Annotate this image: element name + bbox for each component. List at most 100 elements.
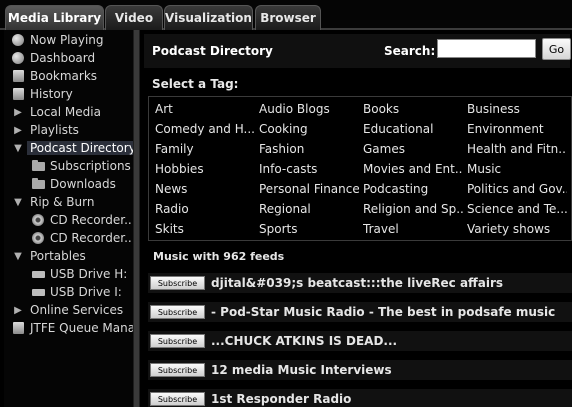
- tag-link[interactable]: Fashion: [259, 140, 359, 158]
- collapse-arrow-icon[interactable]: ▼: [11, 195, 25, 209]
- sidebar-item-usb-drive-i[interactable]: USB Drive I:: [31, 283, 133, 301]
- tag-link[interactable]: Science and Te...: [467, 200, 567, 218]
- tag-link[interactable]: Regional: [259, 200, 359, 218]
- tag-link[interactable]: Health and Fitn...: [467, 140, 567, 158]
- sidebar-item-online-services[interactable]: ▶ Online Services: [11, 301, 133, 319]
- feed-row: Subscribe - Pod-Star Music Radio - The b…: [148, 302, 572, 322]
- collapse-arrow-icon[interactable]: ▼: [11, 249, 25, 263]
- sidebar-item-jtfe-queue[interactable]: JTFE Queue Mana: [11, 319, 133, 337]
- tag-link[interactable]: Games: [363, 140, 463, 158]
- search-input[interactable]: [437, 39, 536, 58]
- directory-header: Podcast Directory Search: Go: [144, 34, 571, 68]
- sidebar-scrollbar-thumb[interactable]: [134, 30, 139, 407]
- history-icon: [11, 87, 25, 101]
- subscribe-button[interactable]: Subscribe: [150, 276, 205, 290]
- expand-arrow-icon[interactable]: ▶: [11, 105, 25, 119]
- sidebar: Now Playing Dashboard Bookmarks History …: [4, 30, 133, 407]
- sidebar-item-label: Portables: [30, 249, 86, 263]
- sidebar-item-rip-burn[interactable]: ▼ Rip & Burn: [11, 193, 133, 211]
- sidebar-item-playlists[interactable]: ▶ Playlists: [11, 121, 133, 139]
- tag-link[interactable]: Family: [155, 140, 255, 158]
- sidebar-item-label: Podcast Directory: [27, 141, 133, 155]
- sidebar-item-label: Bookmarks: [30, 69, 98, 83]
- podcast-directory-panel: Podcast Directory Search: Go Select a Ta…: [140, 30, 572, 407]
- tag-link[interactable]: Comedy and H...: [155, 120, 255, 138]
- sidebar-item-label: Dashboard: [30, 51, 96, 65]
- go-button[interactable]: Go: [542, 38, 571, 60]
- sidebar-item-cd-recorder-2[interactable]: CD Recorder...: [31, 229, 133, 247]
- feed-row: Subscribe djital&#039;s beatcast:::the l…: [148, 273, 572, 293]
- tab-visualization[interactable]: Visualization: [164, 5, 253, 30]
- subscribe-button[interactable]: Subscribe: [150, 392, 205, 406]
- sidebar-item-label: Local Media: [30, 105, 101, 119]
- tag-link[interactable]: Business: [467, 100, 567, 118]
- tag-link[interactable]: Religion and Sp...: [363, 200, 463, 218]
- collapse-arrow-icon[interactable]: ▼: [11, 141, 25, 155]
- feed-title[interactable]: 1st Responder Radio: [211, 392, 351, 406]
- sidebar-item-podcast-directory[interactable]: ▼ Podcast Directory: [11, 139, 133, 157]
- subscribe-button[interactable]: Subscribe: [150, 334, 205, 348]
- tab-media-library[interactable]: Media Library: [5, 5, 104, 30]
- tag-link[interactable]: Environment: [467, 120, 567, 138]
- sidebar-item-portables[interactable]: ▼ Portables: [11, 247, 133, 265]
- sidebar-item-subscriptions[interactable]: Subscriptions: [31, 157, 133, 175]
- cd-icon: [31, 213, 45, 227]
- sidebar-item-dashboard[interactable]: Dashboard: [11, 49, 133, 67]
- tag-link[interactable]: Art: [155, 100, 255, 118]
- sidebar-item-bookmarks[interactable]: Bookmarks: [11, 67, 133, 85]
- expand-arrow-icon[interactable]: ▶: [11, 123, 25, 137]
- sidebar-item-downloads[interactable]: Downloads: [31, 175, 133, 193]
- tag-link[interactable]: Audio Blogs: [259, 100, 359, 118]
- tag-grid: Art Audio Blogs Books Business Comedy an…: [148, 96, 572, 241]
- tag-link[interactable]: Sports: [259, 220, 359, 238]
- gauge-icon: [11, 51, 25, 65]
- tag-link[interactable]: Politics and Gov...: [467, 180, 567, 198]
- tag-heading: Select a Tag:: [152, 77, 239, 91]
- tag-link[interactable]: Radio: [155, 200, 255, 218]
- usb-drive-icon: [31, 267, 45, 281]
- usb-drive-icon: [31, 285, 45, 299]
- feed-title[interactable]: 12 media Music Interviews: [211, 363, 392, 377]
- subscribe-button[interactable]: Subscribe: [150, 363, 205, 377]
- expand-arrow-icon[interactable]: ▶: [11, 303, 25, 317]
- sidebar-item-now-playing[interactable]: Now Playing: [11, 31, 133, 49]
- sidebar-item-history[interactable]: History: [11, 85, 133, 103]
- tag-link[interactable]: Music: [467, 160, 567, 178]
- tag-link[interactable]: Educational: [363, 120, 463, 138]
- tag-link[interactable]: Podcasting: [363, 180, 463, 198]
- tab-video[interactable]: Video: [105, 5, 163, 30]
- feed-title[interactable]: - Pod-Star Music Radio - The best in pod…: [211, 305, 555, 319]
- feeds-count-heading: Music with 962 feeds: [153, 250, 285, 263]
- page-title: Podcast Directory: [152, 44, 273, 58]
- document-icon: [11, 321, 25, 335]
- sidebar-item-label: Now Playing: [30, 33, 104, 47]
- feed-row: Subscribe 1st Responder Radio: [148, 389, 572, 407]
- tag-link[interactable]: Info-casts: [259, 160, 359, 178]
- tag-link[interactable]: Variety shows: [467, 220, 567, 238]
- tag-link[interactable]: Books: [363, 100, 463, 118]
- tag-link[interactable]: Travel: [363, 220, 463, 238]
- tag-link[interactable]: Movies and Ent...: [363, 160, 463, 178]
- sidebar-item-label: Playlists: [30, 123, 79, 137]
- sidebar-item-label: Rip & Burn: [30, 195, 95, 209]
- tag-link[interactable]: Hobbies: [155, 160, 255, 178]
- feed-title[interactable]: djital&#039;s beatcast:::the liveRec aff…: [211, 276, 503, 290]
- feed-row: Subscribe 12 media Music Interviews: [148, 360, 572, 380]
- sidebar-item-usb-drive-h[interactable]: USB Drive H:: [31, 265, 133, 283]
- folder-icon: [31, 159, 45, 173]
- sidebar-item-label: History: [30, 87, 73, 101]
- tag-link[interactable]: Personal Finance: [259, 180, 359, 198]
- sidebar-item-cd-recorder-1[interactable]: CD Recorder...: [31, 211, 133, 229]
- tag-link[interactable]: Cooking: [259, 120, 359, 138]
- tag-link[interactable]: News: [155, 180, 255, 198]
- sidebar-item-label: USB Drive H:: [50, 267, 128, 281]
- sidebar-item-local-media[interactable]: ▶ Local Media: [11, 103, 133, 121]
- sidebar-item-label: CD Recorder...: [50, 231, 133, 245]
- tab-browser[interactable]: Browser: [255, 5, 321, 30]
- sidebar-item-label: JTFE Queue Mana: [30, 321, 133, 335]
- tag-link[interactable]: Skits: [155, 220, 255, 238]
- subscribe-button[interactable]: Subscribe: [150, 305, 205, 319]
- feed-title[interactable]: ...CHUCK ATKINS IS DEAD...: [211, 334, 397, 348]
- search-label: Search:: [384, 44, 436, 58]
- folder-icon: [31, 177, 45, 191]
